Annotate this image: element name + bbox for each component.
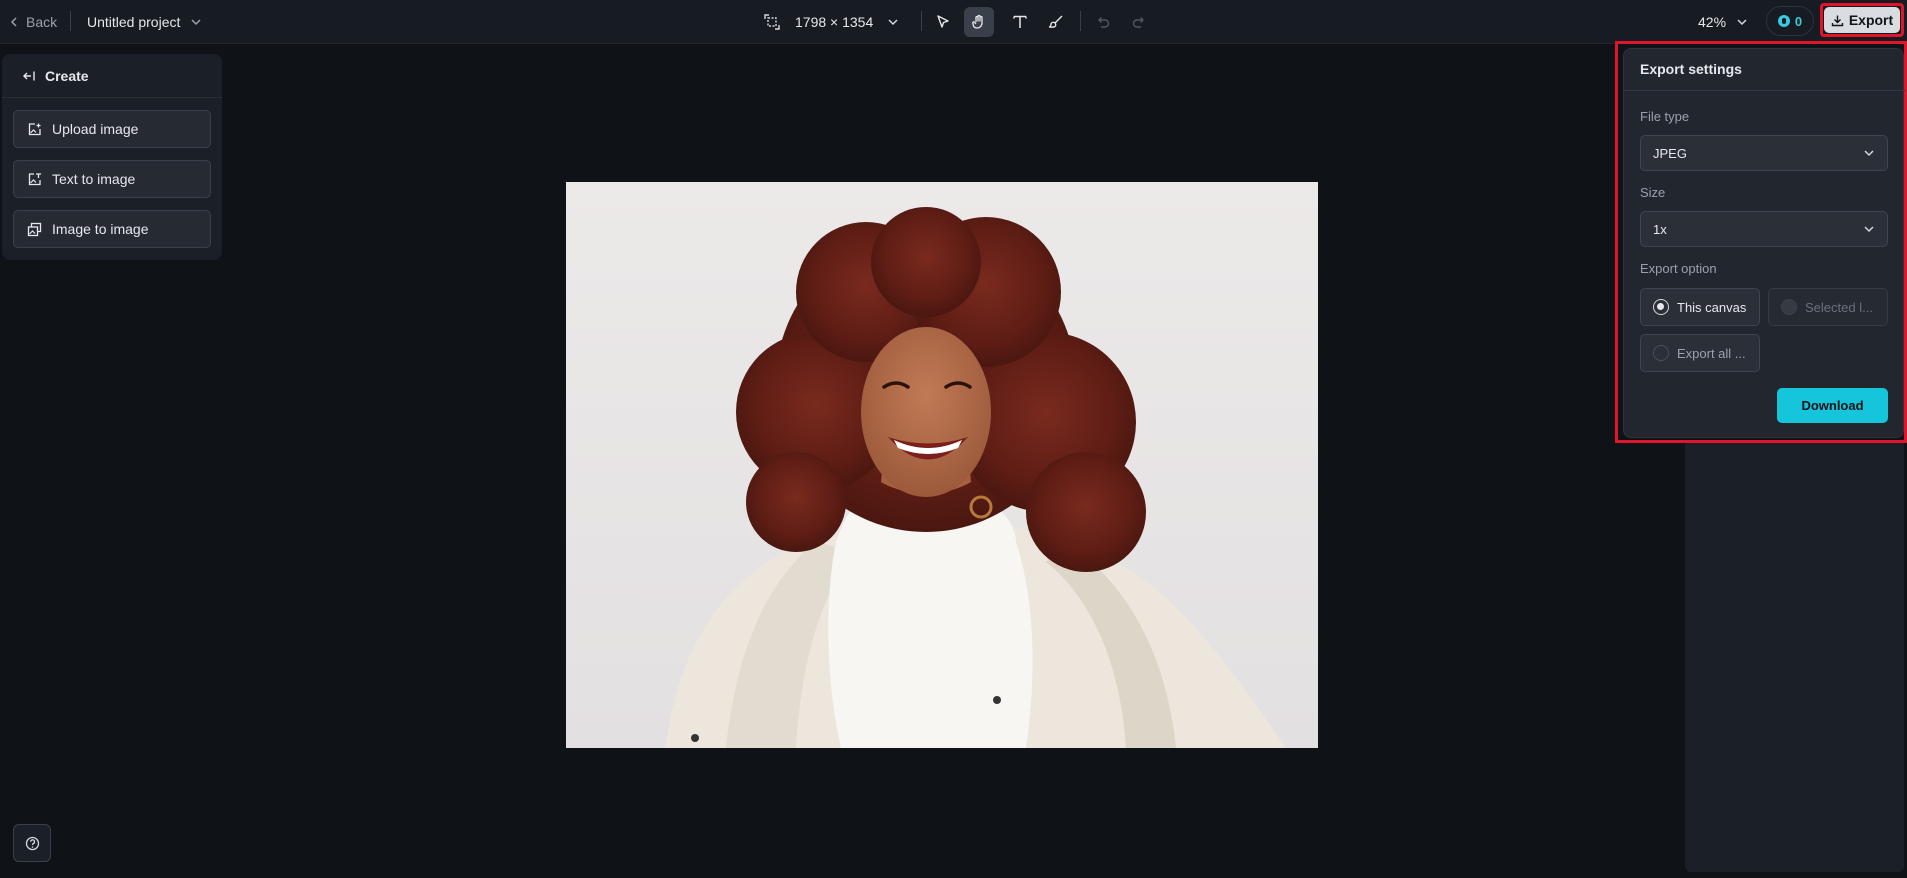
image-to-image-label: Image to image <box>52 221 149 237</box>
file-type-value: JPEG <box>1653 145 1687 161</box>
option-this-canvas[interactable]: This canvas <box>1640 288 1760 326</box>
project-name-dropdown[interactable]: Untitled project <box>87 11 202 33</box>
zoom-dropdown[interactable]: 42% <box>1698 11 1748 33</box>
chevron-down-icon <box>191 19 201 26</box>
export-settings-popover: Export settings File type JPEG Size 1x E… <box>1623 48 1905 438</box>
export-label: Export <box>1848 12 1894 28</box>
chevron-down-icon <box>1737 19 1747 26</box>
credit-coin-icon <box>1777 15 1790 27</box>
file-type-select[interactable]: JPEG <box>1640 135 1888 171</box>
export-option-label: Export option <box>1640 261 1717 276</box>
top-bar: Back Untitled project 1798 × 1354 42% 0 <box>0 0 1907 44</box>
export-button-highlight: Export <box>1820 3 1904 37</box>
chevron-left-icon <box>10 17 17 27</box>
chevron-down-icon <box>1864 150 1874 157</box>
create-panel-header[interactable]: Create <box>2 54 222 98</box>
create-panel: Create Upload image Text to image Image … <box>2 54 222 260</box>
export-button[interactable]: Export <box>1824 7 1900 33</box>
hand-icon <box>972 14 983 29</box>
cursor-arrow-icon <box>937 15 949 28</box>
radio-unselected-icon <box>1653 345 1669 361</box>
option-label: Export all ... <box>1677 345 1746 361</box>
option-label: Selected l... <box>1805 299 1873 315</box>
credits-count: 0 <box>1794 13 1803 29</box>
option-export-all[interactable]: Export all ... <box>1640 334 1760 372</box>
upload-image-label: Upload image <box>52 121 139 137</box>
collapse-left-icon <box>23 71 35 80</box>
export-settings-title: Export settings <box>1640 61 1742 77</box>
hand-tool-button[interactable] <box>964 7 994 37</box>
option-label: This canvas <box>1677 299 1747 315</box>
text-to-image-button[interactable]: Text to image <box>13 160 211 198</box>
upload-image-icon <box>28 122 41 135</box>
canvas-size-value: 1798 × 1354 <box>795 14 874 30</box>
project-name: Untitled project <box>87 14 181 30</box>
brush-icon <box>1048 15 1063 28</box>
credits-badge[interactable]: 0 <box>1766 6 1814 36</box>
divider <box>70 11 71 31</box>
undo-button[interactable] <box>1088 7 1118 37</box>
redo-button[interactable] <box>1124 7 1154 37</box>
text-to-image-icon <box>28 172 41 185</box>
divider <box>1624 90 1905 91</box>
redo-icon <box>1132 17 1144 28</box>
image-to-image-icon <box>27 222 42 236</box>
upload-image-button[interactable]: Upload image <box>13 110 211 148</box>
radio-disabled-icon <box>1781 299 1797 315</box>
divider <box>921 11 922 31</box>
size-label: Size <box>1640 185 1666 200</box>
text-icon <box>1013 15 1027 28</box>
text-tool-button[interactable] <box>1005 7 1035 37</box>
zoom-value: 42% <box>1698 14 1727 30</box>
chevron-down-icon <box>1864 226 1874 233</box>
text-to-image-label: Text to image <box>52 171 136 187</box>
canvas-image[interactable] <box>566 182 1318 748</box>
canvas-size-dropdown[interactable]: 1798 × 1354 <box>763 9 899 35</box>
back-label: Back <box>26 14 58 30</box>
select-tool-button[interactable] <box>928 7 958 37</box>
divider <box>1080 11 1081 31</box>
help-icon <box>25 836 39 850</box>
size-value: 1x <box>1653 221 1667 237</box>
option-selected-layers[interactable]: Selected l... <box>1768 288 1888 326</box>
chevron-down-icon <box>888 19 898 26</box>
help-button[interactable] <box>13 824 51 862</box>
brush-tool-button[interactable] <box>1041 7 1071 37</box>
resize-icon <box>764 14 780 30</box>
size-select[interactable]: 1x <box>1640 211 1888 247</box>
download-icon <box>1831 15 1844 26</box>
portrait-photo <box>666 207 1286 748</box>
create-panel-title: Create <box>45 67 89 84</box>
file-type-label: File type <box>1640 109 1690 124</box>
radio-selected-icon <box>1653 299 1669 315</box>
undo-icon <box>1098 17 1110 28</box>
download-button[interactable]: Download <box>1777 388 1888 423</box>
right-side-panel <box>1685 440 1904 872</box>
image-to-image-button[interactable]: Image to image <box>13 210 211 248</box>
back-button[interactable]: Back <box>8 11 57 33</box>
